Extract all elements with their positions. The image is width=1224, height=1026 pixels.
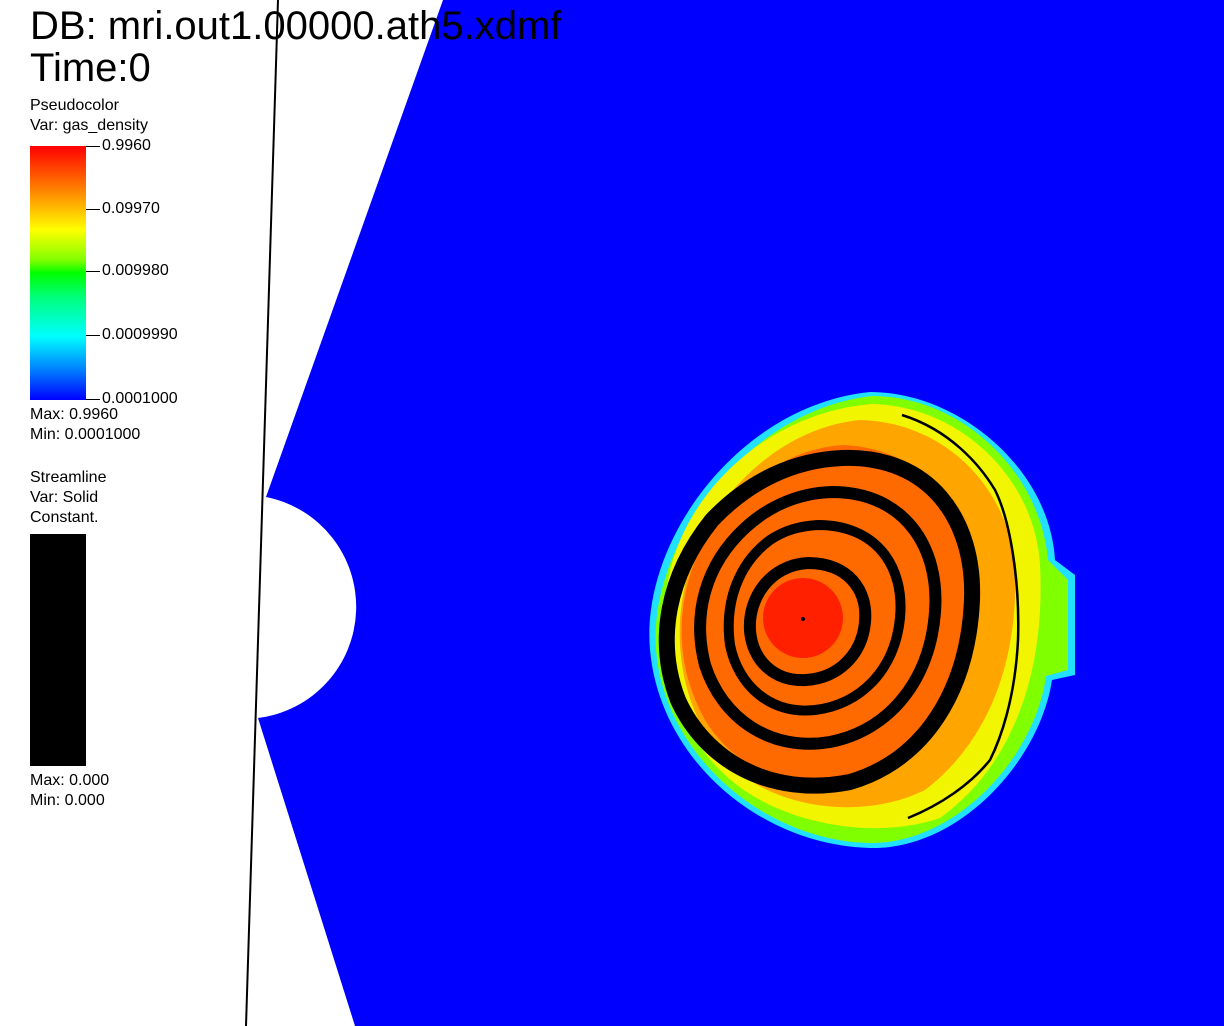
pseudocolor-legend-title: Pseudocolor: [30, 97, 119, 114]
streamline-legend-title: Streamline: [30, 469, 107, 486]
colorbar-tick: [86, 271, 100, 272]
pseudocolor-plot: [245, 0, 1224, 1026]
time-label: Time:0: [30, 46, 151, 90]
streamline-max-label: Max: 0.000: [30, 772, 110, 789]
streamline-min-label: Min: 0.000: [30, 792, 105, 809]
colorbar-tick-label: 0.0009990: [102, 326, 178, 343]
pseudocolor-var-label: Var: gas_density: [30, 117, 148, 134]
streamline-colorbar: [30, 534, 86, 766]
colorbar-tick: [86, 335, 100, 336]
vortex-center: [801, 617, 805, 621]
streamline-var-label: Var: Solid: [30, 489, 99, 506]
colorbar-tick-label: 0.9960: [102, 137, 151, 154]
database-title: DB: mri.out1.00000.ath5.xdmf: [30, 4, 562, 48]
pseudocolor-max-label: Max: 0.9960: [30, 406, 119, 423]
pseudocolor-colorbar: [30, 146, 86, 400]
domain-boundary-line: [245, 0, 279, 1026]
colorbar-tick: [86, 399, 100, 400]
pseudocolor-min-label: Min: 0.0001000: [30, 426, 141, 443]
visit-render-window: DB: mri.out1.00000.ath5.xdmf Time:0 Pseu…: [0, 0, 1224, 1026]
colorbar-tick-label: 0.09970: [102, 200, 160, 217]
colorbar-tick-label: 0.009980: [102, 262, 169, 279]
colorbar-tick: [86, 146, 100, 147]
colorbar-tick: [86, 209, 100, 210]
streamline-mode-label: Constant.: [30, 509, 99, 526]
